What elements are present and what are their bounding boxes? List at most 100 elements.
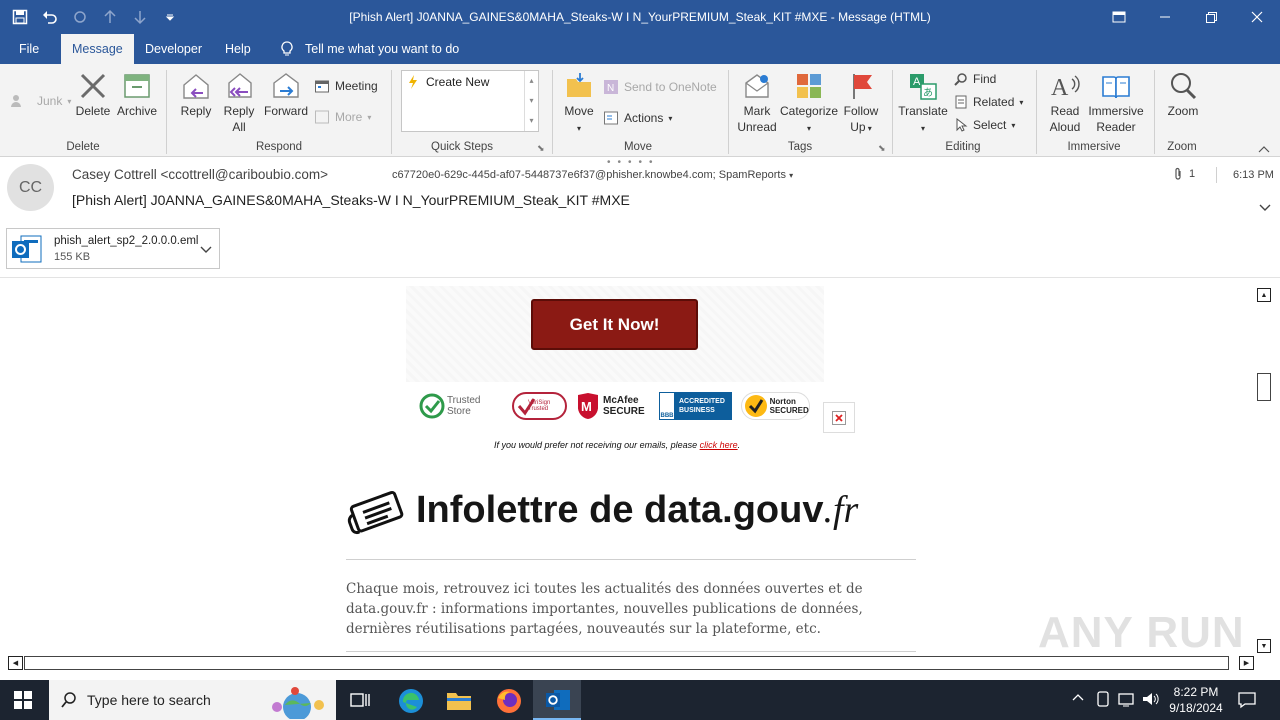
delete-label: Delete bbox=[75, 104, 111, 118]
tags-launcher-icon[interactable]: ⬊ bbox=[878, 143, 886, 154]
hscroll-thumb[interactable] bbox=[24, 656, 1229, 670]
recipients-expand-icon[interactable]: ▾ bbox=[789, 171, 793, 180]
windows-start-icon[interactable] bbox=[14, 691, 32, 712]
more-icon bbox=[315, 110, 329, 124]
firefox-icon[interactable] bbox=[496, 688, 522, 717]
read-aloud-icon: A bbox=[1051, 75, 1080, 101]
bbb-logo-icon: BBB bbox=[659, 392, 675, 420]
close-button[interactable] bbox=[1234, 0, 1280, 34]
create-new-quick-step[interactable]: Create New bbox=[408, 75, 489, 89]
read-aloud-button[interactable]: A Read Aloud bbox=[1044, 71, 1086, 135]
ribbon-tabs: File Message Developer Help Tell me what… bbox=[0, 34, 1280, 64]
quick-steps-launcher-icon[interactable]: ⬊ bbox=[537, 143, 545, 154]
expand-header-icon[interactable] bbox=[1259, 201, 1271, 215]
more-button[interactable]: More ▾ bbox=[314, 109, 371, 125]
minimize-button[interactable] bbox=[1142, 0, 1188, 34]
select-cursor-icon bbox=[956, 118, 968, 132]
notifications-icon[interactable] bbox=[1238, 691, 1256, 712]
watermark: ANY RUN bbox=[1038, 608, 1245, 654]
svg-text:N: N bbox=[607, 83, 614, 94]
immersive-label-2: Reader bbox=[1096, 120, 1136, 134]
onenote-icon: N bbox=[604, 80, 618, 94]
forward-icon bbox=[273, 73, 299, 98]
related-button[interactable]: Related ▾ bbox=[954, 95, 1023, 109]
tray-chevron-icon[interactable] bbox=[1072, 692, 1084, 704]
unsubscribe-link[interactable]: click here bbox=[700, 440, 738, 450]
task-view-icon[interactable] bbox=[350, 691, 370, 712]
outlook-taskbar-button[interactable] bbox=[533, 680, 581, 720]
reply-button[interactable]: Reply bbox=[176, 71, 216, 119]
archive-button[interactable]: Archive bbox=[115, 71, 159, 119]
junk-button[interactable]: Junk ▾ bbox=[10, 94, 71, 108]
volume-icon[interactable] bbox=[1142, 691, 1160, 710]
tell-me-box[interactable]: Tell me what you want to do bbox=[270, 34, 470, 64]
vertical-scrollbar[interactable]: ▲ ▼ bbox=[1256, 288, 1273, 654]
editing-group-label: Editing bbox=[945, 141, 981, 153]
file-explorer-icon[interactable] bbox=[446, 689, 472, 714]
recipients[interactable]: c67720e0-629c-445d-af07-5448737e6f37@phi… bbox=[392, 169, 793, 181]
categorize-button[interactable]: Categorize ▾ bbox=[780, 71, 838, 137]
sender[interactable]: Casey Cottrell <ccottrell@cariboubio.com… bbox=[72, 167, 328, 182]
translate-label: Translate bbox=[898, 104, 948, 118]
forward-button[interactable]: Forward bbox=[262, 71, 310, 119]
clock[interactable]: 8:22 PM 9/18/2024 bbox=[1165, 684, 1227, 716]
search-placeholder: Type here to search bbox=[87, 692, 211, 708]
network-icon[interactable] bbox=[1118, 692, 1136, 711]
scroll-right-button[interactable]: ▶ bbox=[1239, 656, 1254, 670]
attachment-chip[interactable]: phish_alert_sp2_2.0.0.0.eml 155 KB bbox=[6, 228, 220, 269]
immersive-label-1: Immersive bbox=[1088, 104, 1144, 118]
read-aloud-label-2: Aloud bbox=[1049, 120, 1081, 134]
ribbon-separator bbox=[1154, 70, 1155, 154]
scroll-down-button[interactable]: ▼ bbox=[1257, 639, 1271, 653]
select-button[interactable]: Select ▾ bbox=[954, 118, 1015, 132]
immersive-group-label: Immersive bbox=[1067, 141, 1121, 153]
meeting-button[interactable]: Meeting bbox=[314, 78, 378, 94]
quick-steps-gallery[interactable]: Create New ▴ ▾ ▾ bbox=[401, 70, 539, 132]
tell-me-label: Tell me what you want to do bbox=[305, 42, 460, 56]
edge-icon[interactable] bbox=[398, 688, 424, 717]
reply-icon bbox=[183, 74, 209, 99]
tab-developer[interactable]: Developer bbox=[134, 34, 213, 64]
newspaper-icon bbox=[347, 490, 404, 534]
actions-button[interactable]: Actions ▾ bbox=[603, 110, 672, 126]
more-label: More bbox=[335, 110, 363, 124]
maximize-button[interactable] bbox=[1188, 0, 1234, 34]
norton-label: Norton SECURED bbox=[769, 397, 809, 415]
scroll-thumb[interactable] bbox=[1257, 373, 1271, 401]
taskbar-search[interactable]: Type here to search bbox=[49, 680, 336, 720]
tab-help[interactable]: Help bbox=[214, 34, 262, 64]
quick-steps-scroll[interactable]: ▴ ▾ ▾ bbox=[524, 71, 538, 131]
svg-text:M: M bbox=[581, 399, 592, 414]
get-it-now-button[interactable]: Get It Now! bbox=[531, 299, 698, 350]
follow-up-button[interactable]: Follow Up ▾ bbox=[840, 71, 882, 137]
reply-all-button[interactable]: Reply All bbox=[219, 71, 259, 135]
immersive-reader-button[interactable]: Immersive Reader bbox=[1086, 71, 1146, 135]
bbb-badge: BBB ACCREDITED BUSINESS bbox=[659, 392, 732, 420]
delete-button[interactable]: Delete bbox=[72, 71, 114, 119]
flag-icon bbox=[853, 74, 872, 99]
send-to-onenote-button[interactable]: N Send to OneNote bbox=[603, 79, 717, 95]
attachment-menu-icon[interactable] bbox=[200, 243, 212, 257]
delete-group-label: Delete bbox=[66, 141, 100, 153]
horizontal-scrollbar[interactable]: ◀ ▶ bbox=[8, 655, 1256, 672]
lightbulb-icon bbox=[281, 41, 293, 56]
find-button[interactable]: Find bbox=[954, 72, 996, 86]
scroll-up-button[interactable]: ▲ bbox=[1257, 288, 1271, 302]
check-icon bbox=[419, 393, 445, 419]
translate-button[interactable]: Aあ Translate ▾ bbox=[898, 71, 948, 137]
collapse-ribbon-icon[interactable] bbox=[1258, 142, 1270, 156]
newsletter-title: Infolettre de data.gouv.fr bbox=[416, 488, 858, 532]
tray-device-icon[interactable] bbox=[1096, 691, 1110, 710]
scroll-left-button[interactable]: ◀ bbox=[8, 656, 23, 670]
mark-unread-button[interactable]: Mark Unread bbox=[734, 71, 780, 135]
tab-message[interactable]: Message bbox=[61, 34, 134, 64]
move-button[interactable]: Move ▾ bbox=[560, 71, 598, 137]
ribbon-display-button[interactable] bbox=[1096, 0, 1142, 34]
related-icon bbox=[955, 95, 967, 109]
zoom-button[interactable]: Zoom bbox=[1162, 71, 1204, 119]
ribbon-separator bbox=[166, 70, 167, 154]
tab-file[interactable]: File bbox=[8, 34, 50, 64]
categorize-label: Categorize bbox=[780, 104, 839, 118]
ribbon-separator bbox=[1036, 70, 1037, 154]
subject: [Phish Alert] J0ANNA_GAINES&0MAHA_Steaks… bbox=[72, 192, 630, 208]
